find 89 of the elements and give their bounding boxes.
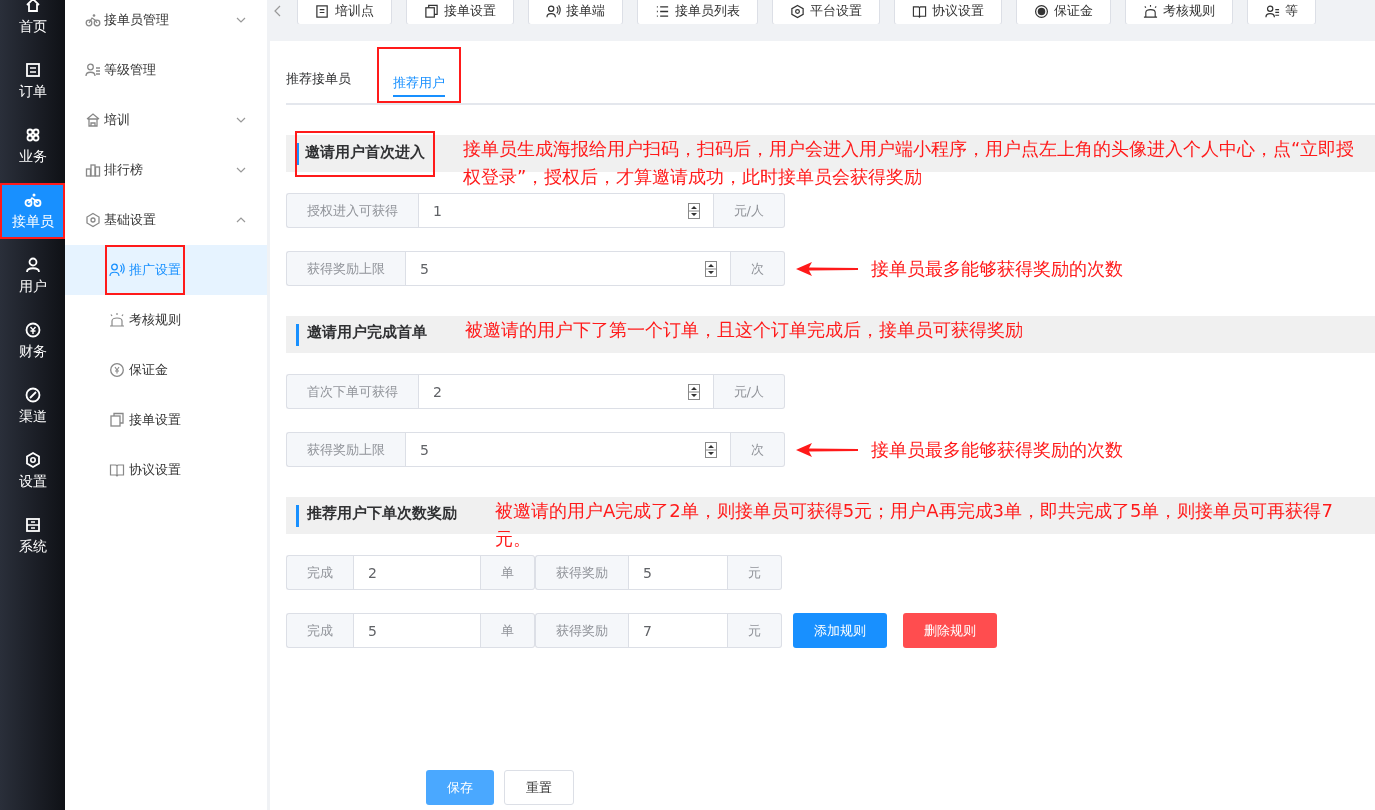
unit-label: 次: [731, 251, 785, 286]
annotation-text: 被邀请的用户A完成了2单，则接单员可获得5元；用户A再完成3单，即共完成了5单，则接单员可再获得7元。: [495, 499, 1334, 551]
nav-item[interactable]: 渠道: [0, 378, 65, 434]
arrow-icon: [796, 261, 858, 276]
annotation-text: 被邀请的用户下了第一个订单，且这个订单完成后，接单员可获得奖励: [465, 318, 1023, 342]
unit-label: 次: [731, 432, 785, 467]
list-icon: [23, 61, 42, 79]
menu-item[interactable]: 培训: [65, 95, 267, 145]
signal-person-icon: [546, 3, 561, 19]
field-label: 获得奖励: [535, 613, 628, 648]
number-input[interactable]: 2: [418, 374, 714, 409]
section-title: 邀请用户首次进入: [295, 131, 435, 177]
page-tab[interactable]: 等: [1247, 0, 1316, 24]
bicycle-icon: [85, 12, 101, 28]
menu-item[interactable]: 接单员管理: [65, 0, 267, 45]
spinner-icon[interactable]: [705, 261, 717, 277]
document-icon: [315, 3, 330, 19]
panel-icon: [23, 516, 42, 534]
number-input[interactable]: 5: [353, 613, 481, 648]
submenu-item[interactable]: 接单设置: [105, 395, 185, 445]
hexagon-icon: [790, 3, 805, 19]
signal-person-icon: [109, 262, 125, 278]
spinner-icon[interactable]: [687, 384, 700, 400]
number-input[interactable]: 7: [628, 613, 728, 648]
unit-label: 单: [481, 555, 535, 590]
spinner-icon[interactable]: [687, 203, 700, 219]
annotation-text: 接单员生成海报给用户扫码，扫码后，用户会进入用户端小程序，用户点左上角的头像进入个人中心，点“立即授权登录”，授权后，才算邀请成功，此时接单员会获得奖励: [463, 137, 1355, 189]
nav-item[interactable]: 首页: [0, 0, 65, 44]
list-icon: [655, 3, 670, 19]
menu-item[interactable]: 等级管理: [65, 45, 267, 95]
alarm-icon: [1143, 3, 1158, 19]
page-tab[interactable]: 协议设置: [894, 0, 1002, 24]
person-icon: [23, 256, 42, 274]
nav-item[interactable]: 用户: [0, 248, 65, 304]
submenu-item[interactable]: 协议设置: [105, 445, 185, 495]
chevron-left-icon[interactable]: [273, 5, 283, 17]
book-icon: [912, 3, 927, 19]
page-tab[interactable]: 保证金: [1016, 0, 1111, 24]
nav-item[interactable]: 系统: [0, 508, 65, 564]
field-label: 获得奖励: [535, 555, 628, 590]
number-input[interactable]: 1: [418, 193, 714, 228]
alarm-icon: [109, 312, 125, 328]
building-icon: [85, 112, 101, 128]
nav-item[interactable]: 设置: [0, 443, 65, 499]
spinner-icon[interactable]: [705, 442, 717, 458]
book-icon: [109, 462, 125, 478]
menu-item[interactable]: 排行榜: [65, 145, 267, 195]
page-tab[interactable]: 接单端: [528, 0, 623, 24]
number-input[interactable]: 5: [405, 251, 731, 286]
documents-icon: [109, 412, 125, 428]
field-label: 获得奖励上限: [286, 432, 405, 467]
page-tab[interactable]: 考核规则: [1125, 0, 1233, 24]
field-label: 首次下单可获得: [286, 374, 418, 409]
settings-icon: [23, 451, 42, 469]
unit-label: 元/人: [713, 193, 785, 228]
arrow-icon: [796, 442, 858, 457]
documents-icon: [424, 3, 439, 19]
menu-item[interactable]: 基础设置: [65, 195, 267, 245]
bicycle-icon: [23, 191, 42, 209]
unit-label: 元: [728, 555, 782, 590]
number-input[interactable]: 5: [628, 555, 728, 590]
bar-chart-icon: [85, 162, 101, 178]
field-label: 授权进入可获得: [286, 193, 418, 228]
field-label: 完成: [286, 555, 353, 590]
annotation-text: 接单员最多能够获得奖励的次数: [871, 256, 1123, 281]
nav-item[interactable]: 业务: [0, 118, 65, 174]
number-input[interactable]: 5: [405, 432, 731, 467]
submenu-item[interactable]: 考核规则: [105, 295, 185, 345]
field-label: 获得奖励上限: [286, 251, 405, 286]
nav-item[interactable]: 财务: [0, 313, 65, 369]
unit-label: 元/人: [713, 374, 785, 409]
page-tab[interactable]: 平台设置: [772, 0, 880, 24]
tab[interactable]: 推荐接单员: [286, 55, 363, 95]
page-tab[interactable]: 接单设置: [406, 0, 514, 24]
hexagon-icon: [85, 212, 101, 228]
person-list-icon: [1265, 3, 1280, 19]
person-list-icon: [85, 62, 101, 78]
section-title: 推荐用户下单次数奖励: [307, 503, 458, 524]
reset-button[interactable]: 重置: [504, 770, 574, 805]
submenu-item[interactable]: 保证金: [105, 345, 172, 395]
unit-label: 元: [728, 613, 782, 648]
page-tab[interactable]: 接单员列表: [637, 0, 758, 24]
field-label: 完成: [286, 613, 353, 648]
unit-label: 单: [481, 613, 535, 648]
section-title: 邀请用户完成首单: [307, 322, 428, 343]
annotation-text: 接单员最多能够获得奖励的次数: [871, 437, 1123, 462]
number-input[interactable]: 2: [353, 555, 481, 590]
nav-item[interactable]: 订单: [0, 53, 65, 109]
page-tab[interactable]: 培训点: [297, 0, 392, 24]
